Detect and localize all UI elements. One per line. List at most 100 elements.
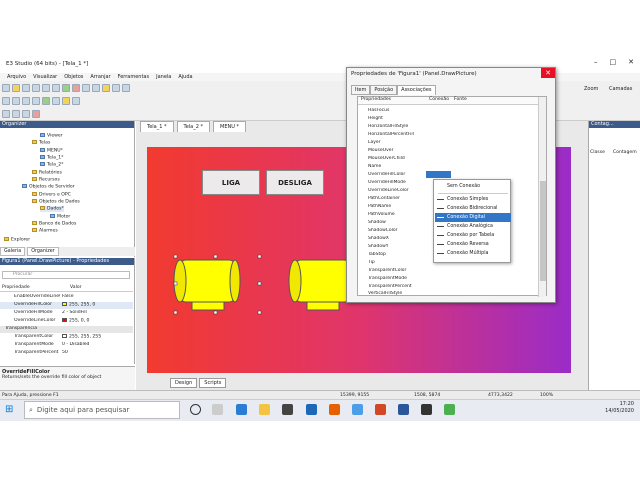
grid-row[interactable]: Height <box>358 114 538 122</box>
bold-icon[interactable] <box>12 110 20 118</box>
menu-janela[interactable]: Janela <box>156 74 171 80</box>
menu-item-conexao-multipla[interactable]: Conexão Múltipla <box>435 249 511 258</box>
tree-item[interactable]: Recursos <box>32 177 60 183</box>
menu-visualizar[interactable]: Visualizar <box>33 74 57 80</box>
property-row[interactable]: TransparentColor 255, 255, 255 <box>0 334 133 341</box>
stop-icon[interactable] <box>72 84 80 92</box>
grid-row[interactable]: TransparentColor <box>358 266 538 274</box>
menu-item-conexao-tabela[interactable]: Conexão por Tabela <box>435 231 511 240</box>
menu-objetos[interactable]: Objetos <box>64 74 83 80</box>
font-icon[interactable] <box>2 110 10 118</box>
camadas-label[interactable]: Camadas <box>609 86 632 92</box>
word-icon[interactable] <box>398 404 409 415</box>
menu-item-sem-conexao[interactable]: Sem Conexão <box>435 182 511 191</box>
tab-galeria[interactable]: Galeria <box>0 247 26 256</box>
grid-row[interactable]: MouseOverChild <box>358 154 538 162</box>
tree-item[interactable]: Explorer <box>4 237 30 243</box>
liga-button[interactable]: LIGA <box>202 170 260 195</box>
grid-row[interactable]: TransparentPercent <box>358 282 538 290</box>
redo-icon[interactable] <box>92 84 100 92</box>
menu-ajuda[interactable]: Ajuda <box>178 74 192 80</box>
tree-item[interactable]: Tela_1* <box>40 155 63 161</box>
menu-item-conexao-analogica[interactable]: Conexão Analógica <box>435 222 511 231</box>
tree-item[interactable]: Dados* <box>40 206 64 212</box>
maximize-button[interactable]: □ <box>610 58 617 66</box>
menu-item-conexao-simples[interactable]: Conexão Simples <box>435 195 511 204</box>
menu-ferramentas[interactable]: Ferramentas <box>118 74 150 80</box>
tab-organizer[interactable]: Organizer <box>27 247 59 256</box>
menu-item-conexao-reversa[interactable]: Conexão Reversa <box>435 240 511 249</box>
tree-item[interactable]: Banco de Dados <box>32 221 76 227</box>
motor-figure-2[interactable] <box>288 259 350 311</box>
taskbar-search-input[interactable]: ⌕ Digite aqui para pesquisar <box>24 401 180 419</box>
tree-item[interactable]: Telas <box>32 140 50 146</box>
tab-menu[interactable]: MENU * <box>213 121 246 132</box>
tree-item[interactable]: Relatórios <box>32 170 62 176</box>
tree-item[interactable]: Objetos de Dados <box>32 199 80 205</box>
app-icon[interactable] <box>421 404 432 415</box>
grid-row[interactable]: MouseOver <box>358 146 538 154</box>
tab-scripts[interactable]: Scripts <box>199 378 227 388</box>
tree-item[interactable]: Tela_2* <box>40 162 63 168</box>
property-category[interactable]: Transparência <box>0 326 133 333</box>
grid-row[interactable]: Name <box>358 162 538 170</box>
tree-item[interactable]: MENU* <box>40 148 63 154</box>
close-button[interactable]: ✕ <box>628 58 634 66</box>
cut-icon[interactable] <box>32 84 40 92</box>
menu-arranjar[interactable]: Arranjar <box>90 74 110 80</box>
line-icon[interactable] <box>22 97 30 105</box>
dialog-scrollbar[interactable] <box>538 97 546 297</box>
tree-item[interactable]: Viewer <box>40 133 63 139</box>
paste-icon[interactable] <box>52 84 60 92</box>
store-icon[interactable] <box>282 404 293 415</box>
edge-icon[interactable] <box>236 404 247 415</box>
dialog-close-button[interactable]: ✕ <box>541 68 555 78</box>
tree-item[interactable]: Motor <box>50 214 70 220</box>
taskbar-clock[interactable]: 17:20 14/05/2020 <box>605 401 634 415</box>
motor-figure-1[interactable] <box>173 254 262 315</box>
tree-item[interactable]: Drivers e OPC <box>32 192 71 198</box>
tree-item[interactable]: Objetos de Servidor <box>22 184 75 190</box>
zoom-label[interactable]: Zoom <box>584 86 598 92</box>
tab-associacoes[interactable]: Associações <box>397 85 436 95</box>
align-icon[interactable] <box>122 84 130 92</box>
property-row[interactable]: OverrideFillColor 255, 255, 0 <box>0 302 133 309</box>
grid-row[interactable]: HorizontalPercentFill <box>358 130 538 138</box>
property-row[interactable]: TransparentPercent 50 <box>0 350 133 357</box>
property-row[interactable]: EnableOverrideLineColorFalse <box>0 294 133 301</box>
tab-tela-1[interactable]: Tela_1 * <box>140 121 174 132</box>
connection-cell[interactable] <box>426 170 451 178</box>
task-view-icon[interactable] <box>212 404 223 415</box>
tab-tela-2[interactable]: Tela_2 * <box>176 121 211 132</box>
minimize-button[interactable]: – <box>594 58 598 66</box>
firefox-icon[interactable] <box>329 404 340 415</box>
grid-row[interactable]: VerticalFillStyle <box>358 290 538 296</box>
button-tool-icon[interactable] <box>42 97 50 105</box>
gallery-icon[interactable] <box>62 97 70 105</box>
explorer-icon[interactable] <box>259 404 270 415</box>
grid-row[interactable]: HasFocus <box>358 106 538 114</box>
undo-icon[interactable] <box>82 84 90 92</box>
menu-item-conexao-bidirecional[interactable]: Conexão Bidirecional <box>435 204 511 213</box>
cortana-icon[interactable] <box>190 404 201 415</box>
property-row[interactable]: OverrideLineColor 255, 0, 0 <box>0 318 133 325</box>
ellipse-icon[interactable] <box>12 97 20 105</box>
run-icon[interactable] <box>62 84 70 92</box>
fill-color-icon[interactable] <box>32 110 40 118</box>
text-icon[interactable] <box>32 97 40 105</box>
open-icon[interactable] <box>12 84 20 92</box>
tab-item[interactable]: Item <box>351 85 371 95</box>
property-row[interactable]: OverrideFillMode 2 - SolidFill <box>0 310 133 317</box>
group-icon[interactable] <box>72 97 80 105</box>
properties-search-input[interactable]: Procurar <box>2 271 130 279</box>
hand-icon[interactable] <box>112 84 120 92</box>
e3-studio-icon[interactable] <box>444 404 455 415</box>
desliga-button[interactable]: DESLIGA <box>266 170 324 195</box>
grid-row-selected[interactable]: OverrideFillColor <box>358 170 538 178</box>
grid-row[interactable]: HorizontalFillStyle <box>358 122 538 130</box>
mail-icon[interactable] <box>306 404 317 415</box>
powerpoint-icon[interactable] <box>375 404 386 415</box>
scrollbar-thumb[interactable] <box>540 181 546 281</box>
pointer-icon[interactable] <box>102 84 110 92</box>
rect-icon[interactable] <box>2 97 10 105</box>
